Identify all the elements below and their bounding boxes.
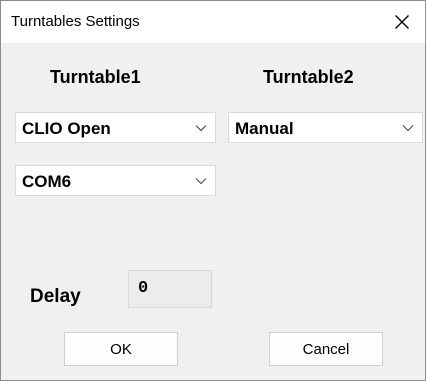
turntable2-heading: Turntable2: [263, 67, 354, 87]
close-button[interactable]: [379, 1, 425, 43]
close-icon: [395, 15, 409, 29]
turntable1-heading: Turntable1: [50, 67, 141, 87]
cancel-button[interactable]: Cancel: [269, 332, 383, 366]
turntable1-model-select[interactable]: CLIO Open: [15, 112, 216, 143]
chevron-down-icon: [402, 125, 414, 132]
turntable2-model-select[interactable]: Manual: [228, 112, 423, 143]
title-bar: Turntables Settings: [1, 1, 425, 43]
window-title: Turntables Settings: [11, 13, 140, 30]
ok-button-label: OK: [110, 340, 132, 358]
delay-input[interactable]: 0: [128, 270, 212, 308]
turntable2-model-value: Manual: [235, 119, 294, 138]
delay-label: Delay: [30, 286, 81, 307]
turntable1-model-value: CLIO Open: [22, 119, 111, 138]
turntable1-port-value: COM6: [22, 172, 72, 191]
turntable1-port-select[interactable]: COM6: [15, 165, 216, 196]
turntables-settings-dialog: Turntables Settings Turntable1 Turntable…: [0, 0, 426, 381]
ok-button[interactable]: OK: [64, 332, 178, 366]
chevron-down-icon: [195, 178, 207, 185]
cancel-button-label: Cancel: [302, 340, 350, 358]
chevron-down-icon: [195, 125, 207, 132]
delay-value: 0: [138, 279, 149, 298]
